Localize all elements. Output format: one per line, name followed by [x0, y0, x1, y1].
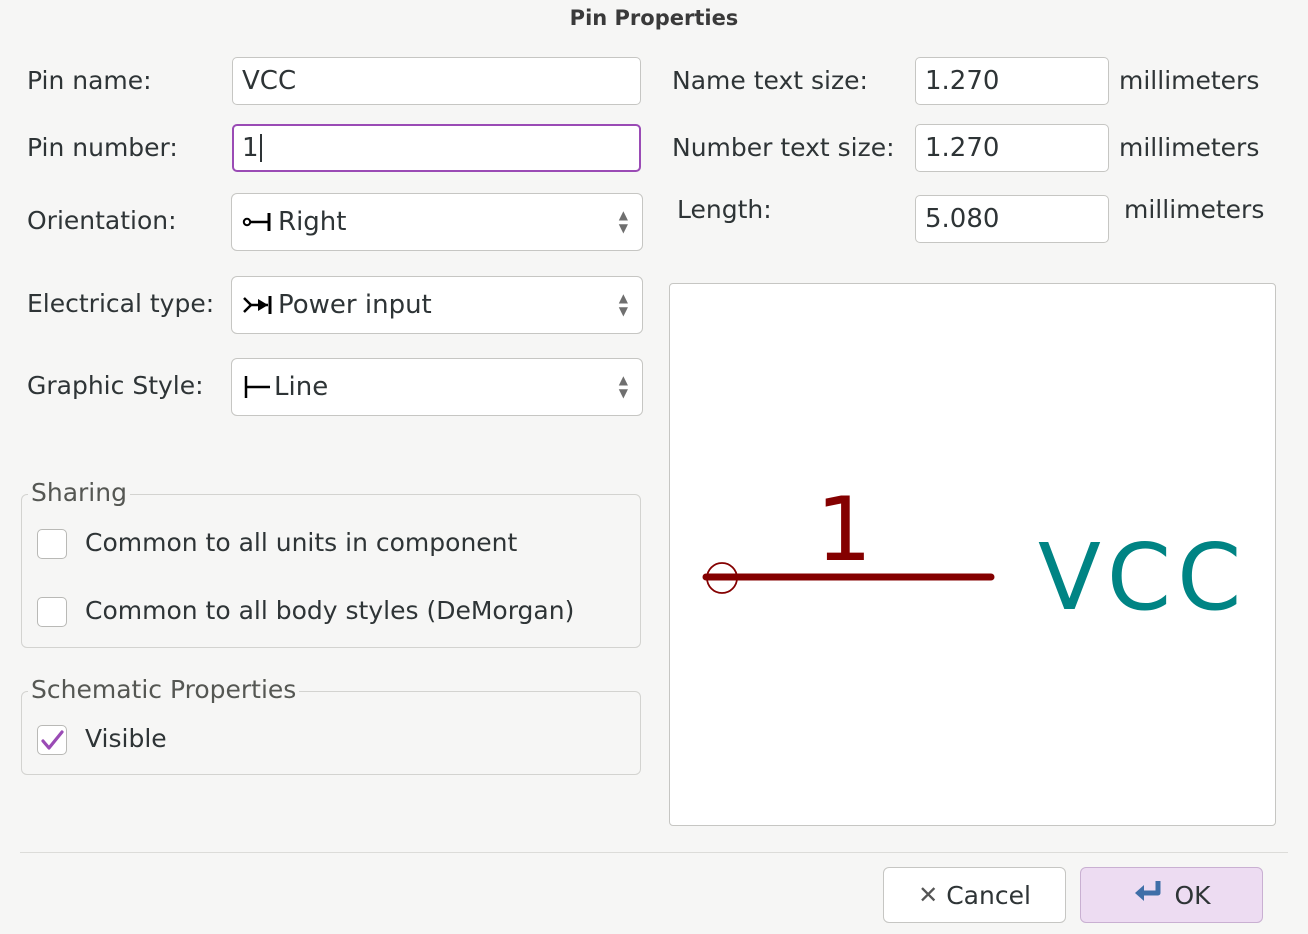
electrical-type-select[interactable]: Power input ▲ ▼ — [231, 276, 643, 334]
common-units-checkbox[interactable] — [37, 529, 67, 559]
pin-right-icon — [242, 208, 278, 236]
orientation-select[interactable]: Right ▲ ▼ — [231, 193, 643, 251]
pin-number-field[interactable]: 1 — [232, 124, 641, 172]
number-text-size-label: Number text size: — [672, 133, 895, 162]
graphic-style-value: Line — [274, 372, 329, 402]
cancel-button[interactable]: ✕ Cancel — [883, 867, 1066, 923]
line-style-icon — [242, 373, 274, 401]
visible-checkbox[interactable] — [37, 725, 67, 755]
name-text-size-unit: millimeters — [1119, 66, 1260, 95]
orientation-value: Right — [278, 207, 347, 237]
common-body-label: Common to all body styles (DeMorgan) — [85, 596, 575, 625]
number-text-size-field[interactable]: 1.270 — [915, 124, 1109, 172]
length-label: Length: — [677, 195, 772, 224]
orientation-label: Orientation: — [27, 206, 177, 235]
name-text-size-value: 1.270 — [925, 66, 1000, 96]
power-input-icon — [242, 291, 278, 319]
pin-preview-canvas: 1 VCC — [669, 283, 1276, 826]
length-field[interactable]: 5.080 — [915, 195, 1109, 243]
name-text-size-label: Name text size: — [672, 66, 868, 95]
length-unit: millimeters — [1124, 195, 1265, 224]
number-text-size-unit: millimeters — [1119, 133, 1260, 162]
spin-arrows-icon: ▲ ▼ — [618, 291, 628, 318]
schematic-properties-legend: Schematic Properties — [28, 675, 300, 704]
spin-arrows-icon: ▲ ▼ — [618, 208, 628, 235]
text-cursor — [259, 134, 262, 162]
spin-arrows-icon: ▲ ▼ — [618, 373, 628, 400]
ok-button[interactable]: OK — [1080, 867, 1263, 923]
visible-label: Visible — [85, 724, 167, 753]
preview-pin-name: VCC — [1038, 524, 1247, 631]
electrical-type-label: Electrical type: — [27, 289, 215, 318]
common-body-checkbox[interactable] — [37, 597, 67, 627]
preview-pin-number: 1 — [816, 478, 872, 581]
pin-name-label: Pin name: — [27, 66, 152, 95]
pin-name-field[interactable]: VCC — [232, 57, 641, 105]
pin-number-label: Pin number: — [27, 133, 178, 162]
ok-button-label: OK — [1174, 880, 1211, 910]
graphic-style-select[interactable]: Line ▲ ▼ — [231, 358, 643, 416]
close-icon: ✕ — [918, 881, 939, 909]
enter-icon — [1132, 878, 1166, 912]
graphic-style-label: Graphic Style: — [27, 371, 204, 400]
length-value: 5.080 — [925, 204, 1000, 234]
pin-name-value: VCC — [242, 66, 297, 96]
common-units-label: Common to all units in component — [85, 528, 518, 557]
pin-number-value: 1 — [242, 133, 259, 163]
dialog-title: Pin Properties — [569, 6, 739, 30]
checkmark-icon — [41, 730, 64, 750]
electrical-type-value: Power input — [278, 290, 432, 320]
dialog-separator — [20, 852, 1288, 853]
sharing-legend: Sharing — [28, 478, 130, 507]
number-text-size-value: 1.270 — [925, 133, 1000, 163]
name-text-size-field[interactable]: 1.270 — [915, 57, 1109, 105]
cancel-button-label: Cancel — [946, 880, 1031, 910]
